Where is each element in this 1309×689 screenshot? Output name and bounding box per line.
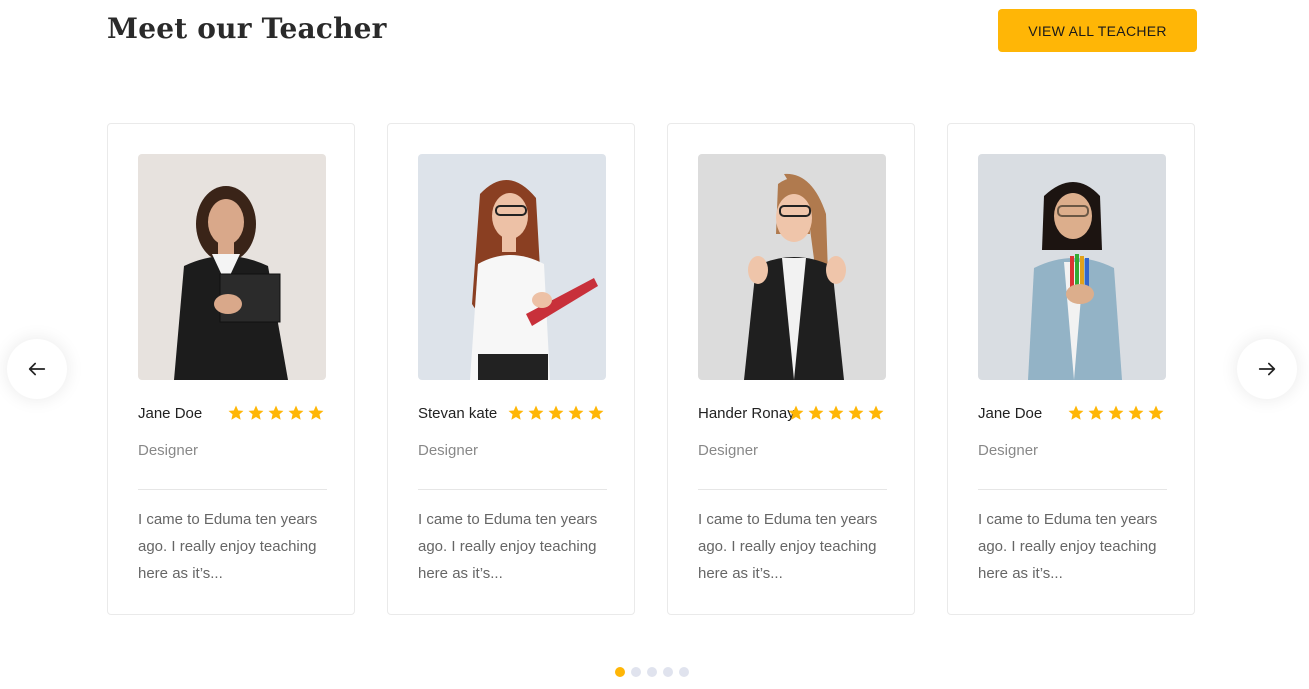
carousel-pagination — [615, 667, 689, 677]
star-icon — [288, 405, 304, 420]
star-icon — [1108, 405, 1124, 420]
star-icon — [508, 405, 524, 420]
prev-slide-button[interactable] — [7, 339, 67, 399]
teacher-photo[interactable] — [978, 154, 1166, 380]
teacher-bio: I came to Eduma ten years ago. I really … — [698, 511, 878, 582]
view-all-teacher-button[interactable]: VIEW ALL TEACHER — [998, 9, 1197, 52]
star-icon — [308, 405, 324, 420]
teacher-name[interactable]: Jane Doe — [978, 405, 1042, 422]
next-slide-button[interactable] — [1237, 339, 1297, 399]
pagination-dot[interactable] — [679, 667, 689, 677]
teacher-name[interactable]: Jane Doe — [138, 405, 202, 422]
star-icon — [1088, 405, 1104, 420]
star-icon — [1128, 405, 1144, 420]
teacher-role: Designer — [698, 442, 759, 459]
star-icon — [528, 405, 544, 420]
arrow-left-icon — [28, 362, 46, 376]
rating-stars — [1067, 404, 1165, 422]
teacher-card[interactable]: Stevan kate Designer I came to Eduma ten… — [387, 123, 635, 615]
star-icon — [268, 405, 284, 420]
rating-stars — [227, 404, 325, 422]
divider — [138, 489, 327, 490]
teacher-bio: I came to Eduma ten years ago. I really … — [418, 511, 598, 582]
teacher-name[interactable]: Stevan kate — [418, 405, 497, 422]
star-icon — [1068, 405, 1084, 420]
pagination-dot[interactable] — [631, 667, 641, 677]
star-icon — [228, 405, 244, 420]
teacher-photo[interactable] — [138, 154, 326, 380]
star-icon — [548, 405, 564, 420]
star-icon — [248, 405, 264, 420]
divider — [698, 489, 887, 490]
teacher-card[interactable]: Jane Doe Designer I came to Eduma ten ye… — [947, 123, 1195, 615]
star-icon — [828, 405, 844, 420]
teacher-role: Designer — [978, 442, 1039, 459]
teacher-bio: I came to Eduma ten years ago. I really … — [138, 511, 318, 582]
star-icon — [568, 405, 584, 420]
teacher-photo[interactable] — [418, 154, 606, 380]
pagination-dot[interactable] — [615, 667, 625, 677]
star-icon — [788, 405, 804, 420]
teacher-card[interactable]: Hander Ronay Designer I came to Eduma te… — [667, 123, 915, 615]
rating-stars — [507, 404, 605, 422]
divider — [978, 489, 1167, 490]
star-icon — [588, 405, 604, 420]
teacher-card[interactable]: Jane Doe Designer I came to Eduma ten ye… — [107, 123, 355, 615]
star-icon — [808, 405, 824, 420]
section-title: Meet our Teacher — [107, 12, 387, 45]
pagination-dot[interactable] — [647, 667, 657, 677]
pagination-dot[interactable] — [663, 667, 673, 677]
teacher-name[interactable]: Hander Ronay — [698, 405, 795, 422]
teacher-role: Designer — [418, 442, 479, 459]
star-icon — [1148, 405, 1164, 420]
arrow-right-icon — [1258, 362, 1276, 376]
divider — [418, 489, 607, 490]
teacher-bio: I came to Eduma ten years ago. I really … — [978, 511, 1158, 582]
star-icon — [848, 405, 864, 420]
rating-stars — [787, 404, 885, 422]
teacher-role: Designer — [138, 442, 199, 459]
teacher-photo[interactable] — [698, 154, 886, 380]
star-icon — [868, 405, 884, 420]
